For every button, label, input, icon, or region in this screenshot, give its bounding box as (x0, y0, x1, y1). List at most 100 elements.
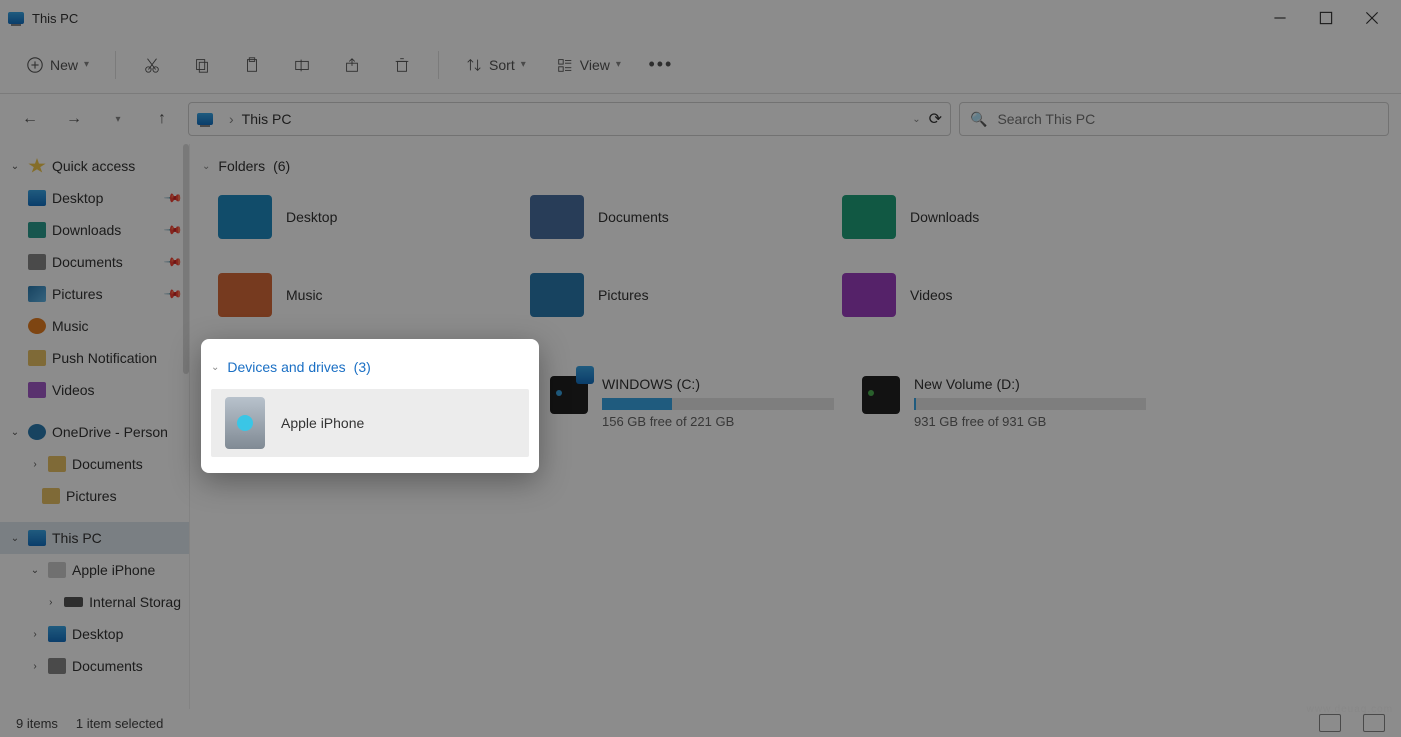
up-button[interactable]: ↑ (144, 101, 180, 137)
tiles-view-button[interactable] (1363, 714, 1385, 732)
search-input[interactable] (997, 111, 1378, 127)
details-view-button[interactable] (1319, 714, 1341, 732)
refresh-button[interactable]: ⟳ (929, 109, 942, 129)
sidebar-onedrive[interactable]: ⌄ OneDrive - Person (0, 416, 189, 448)
documents-icon (48, 658, 66, 674)
sidebar-item-label: Music (52, 318, 89, 334)
this-pc-icon (197, 113, 213, 125)
group-devices[interactable]: ⌄ Devices and drives (3) (211, 353, 529, 381)
drive-free-text: 931 GB free of 931 GB (914, 414, 1146, 429)
address-bar[interactable]: › This PC ⌄ ⟳ (188, 102, 951, 136)
sidebar-item-desktop2[interactable]: ›Desktop (0, 618, 189, 650)
forward-button[interactable]: → (56, 101, 92, 137)
chevron-down-icon[interactable]: ⌄ (211, 362, 219, 373)
chevron-down-icon[interactable]: ⌄ (8, 533, 22, 544)
sidebar-item-documents2[interactable]: ›Documents (0, 650, 189, 682)
group-count: (3) (354, 359, 371, 375)
chevron-down-icon[interactable]: ⌄ (202, 161, 210, 172)
sidebar-item-desktop[interactable]: Desktop📌 (0, 182, 189, 214)
back-button[interactable]: ← (12, 101, 48, 137)
search-box[interactable]: 🔍 (959, 102, 1389, 136)
folder-tile[interactable]: Videos (834, 262, 1134, 328)
drive-name: WINDOWS (C:) (602, 376, 834, 392)
sidebar-item-od-pictures[interactable]: Pictures (0, 480, 189, 512)
chevron-right-icon[interactable]: › (44, 597, 58, 608)
copy-button[interactable] (182, 47, 222, 83)
breadcrumb-location[interactable]: This PC (242, 111, 292, 127)
cut-button[interactable] (132, 47, 172, 83)
recent-button[interactable]: ▾ (100, 101, 136, 137)
device-apple-iphone[interactable]: Apple iPhone (211, 389, 529, 457)
pin-icon: 📌 (163, 220, 183, 240)
sidebar-item-music[interactable]: Music (0, 310, 189, 342)
sidebar-scrollbar[interactable] (183, 144, 189, 374)
folder-label: Videos (910, 287, 953, 303)
sidebar-item-label: Pictures (52, 286, 103, 302)
sidebar-item-videos[interactable]: Videos (0, 374, 189, 406)
sidebar-item-label: Downloads (52, 222, 121, 238)
folder-label: Downloads (910, 209, 979, 225)
chevron-right-icon[interactable]: › (28, 459, 42, 470)
chevron-down-icon[interactable]: ⌄ (28, 565, 42, 576)
folder-icon (48, 456, 66, 472)
sort-button[interactable]: Sort ▾ (455, 47, 536, 83)
sidebar-item-iphone[interactable]: ⌄Apple iPhone (0, 554, 189, 586)
new-label: New (50, 57, 78, 73)
desktop-icon (28, 190, 46, 206)
sidebar-item-downloads[interactable]: Downloads 📌 (0, 214, 189, 246)
folder-label: Music (286, 287, 323, 303)
sidebar-item-label: Documents (72, 456, 143, 472)
sidebar-label: Quick access (52, 158, 135, 174)
sidebar-item-internal[interactable]: ›Internal Storag (0, 586, 189, 618)
chevron-right-icon[interactable]: › (28, 661, 42, 672)
paste-icon (243, 56, 261, 74)
chevron-down-icon[interactable]: ⌄ (8, 427, 22, 438)
drive-tile[interactable]: New Volume (D:)931 GB free of 931 GB (854, 370, 1154, 435)
group-folders[interactable]: ⌄ Folders (6) (202, 152, 1389, 180)
sidebar-item-pictures[interactable]: Pictures📌 (0, 278, 189, 310)
delete-button[interactable] (382, 47, 422, 83)
storage-icon (64, 597, 84, 607)
status-count: 9 items (16, 716, 58, 731)
paste-button[interactable] (232, 47, 272, 83)
watermark: www.deuaq.com (1307, 704, 1393, 715)
sidebar-quick-access[interactable]: ⌄ Quick access (0, 150, 189, 182)
rename-icon (293, 56, 311, 74)
share-button[interactable] (332, 47, 372, 83)
folder-tile[interactable]: Desktop (210, 184, 510, 250)
drive-usage-bar (914, 398, 1146, 410)
folder-label: Pictures (598, 287, 649, 303)
sidebar-item-push[interactable]: Push Notification (0, 342, 189, 374)
folder-icon (842, 195, 896, 239)
sidebar-this-pc[interactable]: ⌄ This PC (0, 522, 189, 554)
drive-tile[interactable]: WINDOWS (C:)156 GB free of 221 GB (542, 370, 842, 435)
drive-icon (550, 376, 588, 414)
folder-tile[interactable]: Documents (522, 184, 822, 250)
folder-icon (218, 195, 272, 239)
new-button[interactable]: New ▾ (16, 47, 99, 83)
minimize-button[interactable] (1257, 2, 1303, 34)
folder-label: Desktop (286, 209, 337, 225)
sidebar-item-label: Documents (52, 254, 123, 270)
folder-tile[interactable]: Downloads (834, 184, 1134, 250)
chevron-down-icon[interactable]: ⌄ (8, 161, 22, 172)
rename-button[interactable] (282, 47, 322, 83)
pin-icon: 📌 (163, 188, 183, 208)
new-icon (26, 56, 44, 74)
more-button[interactable]: ••• (641, 47, 681, 83)
share-icon (343, 56, 361, 74)
close-button[interactable] (1349, 2, 1395, 34)
sidebar-item-od-documents[interactable]: › Documents (0, 448, 189, 480)
chevron-down-icon: ▾ (84, 59, 89, 70)
documents-icon (28, 254, 46, 270)
chevron-right-icon[interactable]: › (28, 629, 42, 640)
cloud-icon (28, 424, 46, 440)
sidebar-item-documents[interactable]: Documents📌 (0, 246, 189, 278)
view-button[interactable]: View ▾ (546, 47, 631, 83)
folder-tile[interactable]: Music (210, 262, 510, 328)
chevron-down-icon[interactable]: ⌄ (912, 114, 920, 125)
toolbar: New ▾ Sort ▾ View ▾ ••• (0, 36, 1401, 94)
maximize-button[interactable] (1303, 2, 1349, 34)
folder-tile[interactable]: Pictures (522, 262, 822, 328)
chevron-down-icon: ▾ (521, 59, 526, 70)
